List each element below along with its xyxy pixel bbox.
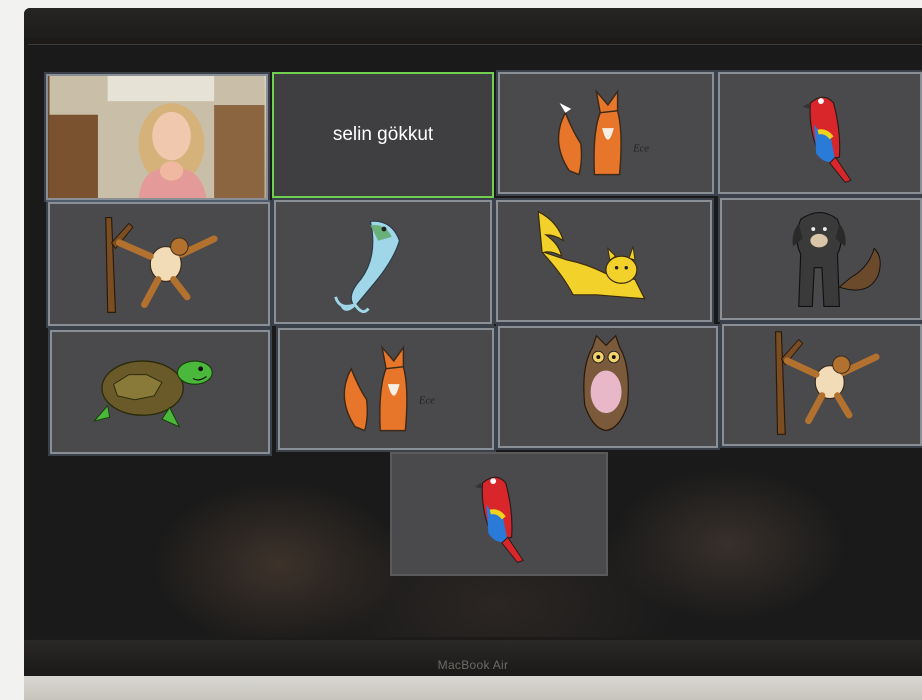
participant-tile-monkey-2[interactable] — [722, 324, 922, 446]
participant-tile-monkey[interactable] — [48, 202, 270, 326]
laptop-bezel — [24, 8, 922, 38]
monkey-drawing-icon — [105, 216, 218, 313]
participant-name-tile[interactable]: selin gökkut — [272, 72, 494, 198]
parrot-drawing-icon — [802, 96, 852, 183]
fish-drawing-icon — [334, 220, 401, 313]
svg-text:Ece: Ece — [632, 143, 649, 154]
participant-video-tile[interactable] — [46, 74, 268, 200]
participant-tile-cat[interactable] — [496, 200, 712, 322]
participant-tile-fox-2[interactable]: Ece — [278, 328, 494, 450]
brand-label: MacBook Air — [437, 658, 509, 672]
participant-tile-owl[interactable] — [498, 326, 718, 448]
monkey-drawing-icon — [774, 331, 880, 435]
svg-text:Ece: Ece — [418, 396, 435, 407]
participant-name: selin gökkut — [332, 124, 434, 145]
participant-tile-fox[interactable]: Ece — [498, 72, 714, 194]
owl-drawing-icon — [583, 334, 629, 432]
cat-drawing-icon — [537, 210, 646, 300]
fox-drawing-icon: Ece — [343, 344, 435, 432]
participant-tile-turtle[interactable] — [50, 330, 270, 454]
participant-video-icon — [49, 76, 265, 198]
laptop-base — [24, 676, 922, 700]
dog-drawing-icon — [792, 211, 881, 307]
parrot-drawing-icon — [474, 476, 524, 563]
participant-tile-fish[interactable] — [274, 200, 492, 324]
fox-drawing-icon: Ece — [557, 88, 649, 176]
participant-tile-parrot-2[interactable] — [390, 452, 608, 576]
turtle-drawing-icon — [92, 360, 213, 428]
participant-tile-parrot[interactable] — [718, 72, 922, 194]
participant-tile-dog[interactable] — [720, 198, 922, 320]
